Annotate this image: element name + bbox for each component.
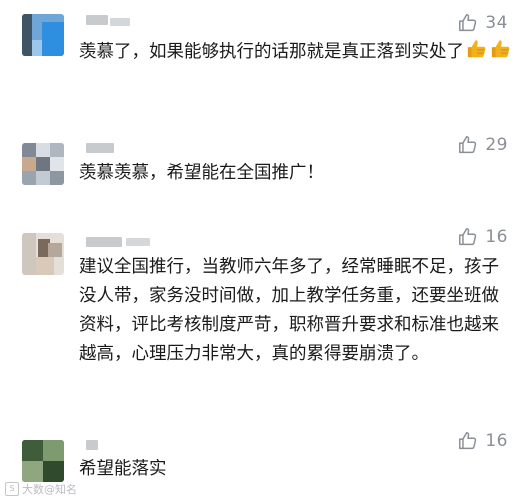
username[interactable] — [86, 440, 98, 450]
avatar[interactable] — [22, 233, 64, 275]
avatar[interactable] — [22, 440, 64, 482]
like-count: 34 — [485, 13, 508, 33]
like-count: 16 — [485, 431, 508, 451]
watermark-text: 大数@知名 — [22, 483, 77, 496]
thumbs-up-icon — [459, 228, 477, 246]
thumbs-up-icon — [467, 40, 486, 58]
username[interactable] — [86, 143, 114, 153]
watermark: S 大数@知名 — [5, 481, 77, 497]
username-extra — [110, 18, 130, 26]
comment-text: 希望能落实 — [79, 459, 167, 479]
like-button[interactable]: 29 — [457, 133, 508, 157]
comment-text: 建议全国推行，当教师六年多了，经常睡眠不足，孩子没人带，家务没时间做，加上教学任… — [79, 257, 499, 364]
thumbs-up-icon — [459, 14, 477, 32]
avatar[interactable] — [22, 14, 64, 56]
like-button[interactable]: 34 — [457, 11, 508, 35]
comment-text: 羡慕羡慕，希望能在全国推广！ — [79, 163, 324, 183]
avatar[interactable] — [22, 143, 64, 185]
like-button[interactable]: 16 — [457, 225, 508, 249]
watermark-logo-icon: S — [5, 482, 19, 496]
like-button[interactable]: 16 — [457, 429, 508, 453]
comment-text: 羡慕了，如果能够执行的话那就是真正落到实处了 — [79, 38, 519, 67]
like-count: 16 — [485, 227, 508, 247]
username-extra — [126, 238, 150, 246]
emoji-group — [466, 38, 512, 60]
username[interactable] — [86, 237, 122, 247]
thumbs-up-icon — [459, 432, 477, 450]
comment-body: 羡慕了，如果能够执行的话那就是真正落到实处了 — [79, 42, 464, 62]
username[interactable] — [86, 15, 108, 25]
thumbs-up-icon — [491, 40, 510, 58]
thumbs-up-icon — [459, 136, 477, 154]
like-count: 29 — [485, 135, 508, 155]
